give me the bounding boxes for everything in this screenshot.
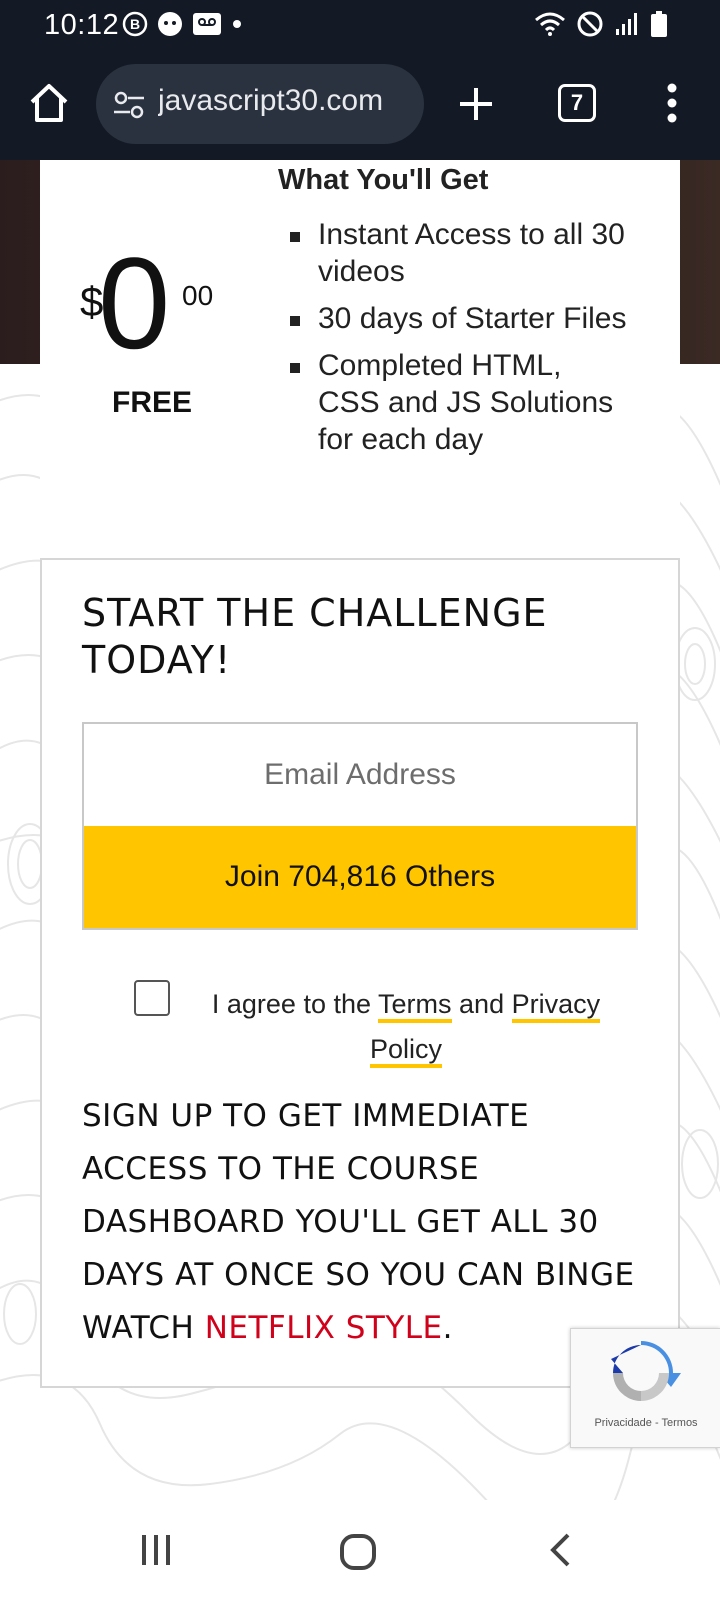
home-icon: [30, 84, 68, 122]
join-button[interactable]: Join 704,816 Others: [84, 826, 636, 928]
plus-icon: [460, 88, 492, 120]
status-bar: 10:12 B: [0, 0, 720, 50]
browser-toolbar: javascript30.com 7: [0, 50, 720, 160]
feature-item: Instant Access to all 30 videos: [288, 216, 628, 290]
price-label: FREE: [112, 386, 193, 419]
voicemail-icon: [193, 13, 221, 35]
recaptcha-privacy-link[interactable]: Privacidade: [594, 1417, 651, 1429]
status-icons-left: B: [122, 10, 244, 38]
recents-icon: [142, 1535, 170, 1565]
feature-item: 30 days of Starter Files: [288, 300, 628, 337]
system-nav-bar: [0, 1500, 720, 1600]
home-circle-icon: [340, 1534, 376, 1570]
back-chevron-icon: [550, 1533, 570, 1567]
email-field[interactable]: [84, 724, 636, 826]
svg-text:B: B: [130, 16, 140, 32]
home-button[interactable]: [26, 80, 72, 126]
terms-text: I agree to the Terms and Privacy Policy: [186, 982, 626, 1072]
recaptcha-terms-link[interactable]: Termos: [662, 1417, 698, 1429]
system-home-button[interactable]: [338, 1532, 378, 1572]
do-not-disturb-icon: [577, 11, 603, 37]
netflix-style-highlight: NETFLIX STYLE: [204, 1310, 443, 1346]
price-amount: 0: [98, 230, 171, 376]
tab-switcher-button[interactable]: 7: [558, 84, 596, 122]
signup-message-text: SIGN UP TO GET IMMEDIATE ACCESS TO THE C…: [82, 1098, 635, 1346]
face-notification-icon: [158, 12, 182, 36]
system-back-button[interactable]: [548, 1532, 572, 1568]
address-bar[interactable]: javascript30.com: [96, 64, 424, 144]
status-icons-right: [534, 10, 668, 38]
b-badge-icon: B: [122, 11, 148, 37]
challenge-heading: START THE CHALLENGE TODAY!: [82, 591, 548, 682]
recaptcha-links: Privacidade - Termos: [571, 1417, 720, 1429]
signup-message: SIGN UP TO GET IMMEDIATE ACCESS TO THE C…: [82, 1090, 652, 1355]
recaptcha-icon: [611, 1341, 681, 1401]
agree-prefix: I agree to the: [211, 989, 379, 1019]
wifi-icon: [535, 12, 565, 36]
recaptcha-separator: -: [651, 1417, 662, 1429]
more-vert-icon: [667, 83, 677, 123]
what-youll-get-title: What You'll Get: [278, 164, 489, 196]
terms-link[interactable]: Terms: [378, 989, 452, 1023]
signup-message-end: .: [442, 1310, 454, 1346]
recaptcha-badge[interactable]: Privacidade - Termos: [570, 1328, 720, 1448]
terms-checkbox[interactable]: [134, 980, 170, 1016]
web-page: What You'll Get $ 0 00 FREE Instant Acce…: [0, 160, 720, 1500]
signup-form: Join 704,816 Others: [82, 722, 638, 930]
recent-apps-button[interactable]: [138, 1532, 178, 1568]
battery-icon: [651, 11, 667, 37]
status-time: 10:12: [44, 9, 120, 41]
feature-item: Completed HTML, CSS and JS Solutions for…: [288, 347, 628, 458]
price-cents: 00: [182, 280, 214, 311]
agree-and: and: [451, 989, 512, 1019]
signal-icon: [616, 13, 637, 35]
feature-list: Instant Access to all 30 videos 30 days …: [288, 216, 628, 468]
browser-menu-button[interactable]: [660, 80, 684, 126]
new-tab-button[interactable]: [456, 84, 496, 124]
site-settings-icon[interactable]: [112, 88, 146, 122]
dot-icon: [233, 20, 241, 28]
url-text[interactable]: javascript30.com: [158, 84, 408, 118]
